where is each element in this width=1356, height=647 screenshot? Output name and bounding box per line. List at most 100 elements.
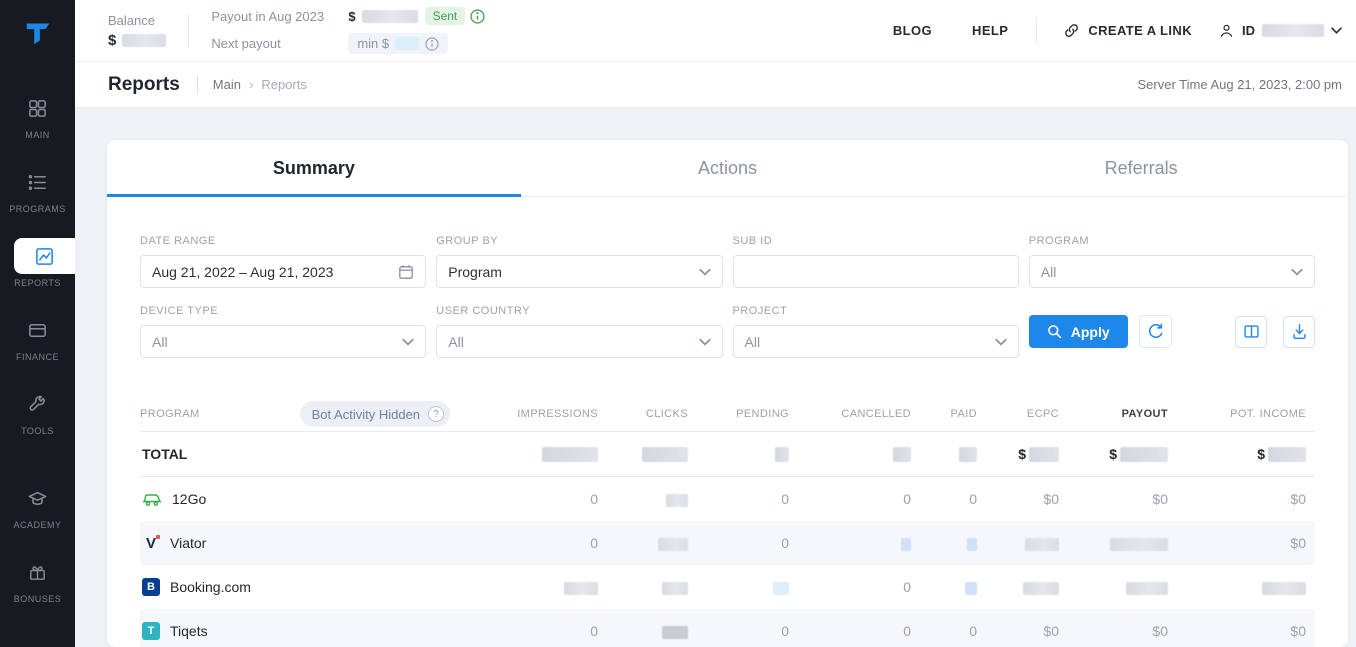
project-label: PROJECT (733, 305, 1019, 317)
sidebar-icon-wrap (7, 312, 68, 348)
payout-value: $ (348, 9, 417, 24)
cell-ecpc (977, 535, 1059, 551)
column-header-cancelled[interactable]: CANCELLED (789, 408, 911, 420)
bot-activity-badge[interactable]: Bot Activity Hidden ? (300, 401, 450, 427)
redacted-value (1268, 447, 1306, 462)
column-header-payout[interactable]: PAYOUT (1059, 408, 1168, 420)
cell-pending (688, 446, 789, 463)
calendar-icon (398, 264, 414, 280)
content-area: Summary Actions Referrals DATE RANGE (75, 108, 1356, 647)
redacted-payout-amount (362, 10, 418, 23)
date-range-field: DATE RANGE (140, 235, 426, 288)
next-payout-info-icon[interactable] (425, 37, 439, 51)
sidebar-item-label: BONUSES (14, 594, 62, 604)
sidebar-icon-wrap (7, 386, 68, 422)
group-by-select[interactable]: Program (436, 255, 722, 288)
redacted-value (542, 447, 598, 462)
user-country-value: All (448, 334, 464, 350)
cell-cancelled: 0 (789, 491, 911, 507)
cell-paid: 0 (911, 491, 977, 507)
account-menu[interactable]: ID (1218, 22, 1342, 39)
cell-impressions: 0 (470, 623, 598, 639)
account-id-label: ID (1242, 23, 1255, 38)
cell-program: TOTAL (140, 446, 470, 462)
link-icon (1063, 22, 1080, 39)
user-country-label: USER COUNTRY (436, 305, 722, 317)
table-row-total: TOTAL $ $ $ (140, 431, 1315, 477)
sidebar-item-bonuses[interactable]: BONUSES (0, 554, 75, 604)
program-select[interactable]: All (1029, 255, 1315, 288)
breadcrumb-main[interactable]: Main (213, 77, 241, 92)
cell-payout: $0 (1059, 623, 1168, 639)
brand-logo[interactable] (0, 0, 75, 62)
group-by-field: GROUP BY Program (436, 235, 722, 288)
cell-clicks (598, 579, 688, 595)
currency-sign: $ (1018, 446, 1026, 462)
column-header-clicks[interactable]: CLICKS (598, 408, 688, 420)
column-header-paid[interactable]: PAID (911, 408, 977, 420)
page-title: Reports (108, 74, 180, 96)
project-select[interactable]: All (733, 325, 1019, 358)
download-report-button[interactable] (1283, 316, 1315, 348)
page-header: Reports Main › Reports Server Time Aug 2… (75, 62, 1356, 108)
chart-icon (34, 246, 55, 267)
cell-clicks (598, 535, 688, 551)
tab-referrals[interactable]: Referrals (934, 140, 1348, 196)
cell-impressions: 0 (470, 535, 598, 551)
tab-summary[interactable]: Summary (107, 140, 521, 196)
report-table: PROGRAM Bot Activity Hidden ? IMPRESSION… (107, 375, 1348, 647)
blog-link[interactable]: BLOG (893, 23, 932, 38)
sidebar-item-programs[interactable]: PROGRAMS (0, 164, 75, 214)
column-header-pending[interactable]: PENDING (688, 408, 789, 420)
cell-payout: $0 (1059, 491, 1168, 507)
sidebar-item-reports[interactable]: REPORTS (0, 238, 75, 288)
date-range-input[interactable] (140, 255, 426, 288)
sidebar-item-tools[interactable]: TOOLS (0, 386, 75, 436)
tiqets-logo-icon: T (142, 622, 160, 640)
help-link[interactable]: HELP (972, 23, 1008, 38)
sub-id-label: SUB ID (733, 235, 1019, 247)
date-range-value[interactable] (152, 264, 398, 280)
column-header-impressions[interactable]: IMPRESSIONS (470, 408, 598, 420)
cell-impressions (470, 446, 598, 463)
reset-filters-button[interactable] (1139, 315, 1172, 348)
column-header-pot-income[interactable]: POT. INCOME (1168, 408, 1315, 420)
sidebar-item-label: PROGRAMS (9, 204, 66, 214)
currency-sign: $ (1257, 446, 1265, 462)
user-country-field: USER COUNTRY All (436, 305, 722, 358)
cell-pot-income: $0 (1168, 535, 1315, 551)
chevron-down-icon (1291, 268, 1303, 276)
create-a-link-button[interactable]: CREATE A LINK (1063, 22, 1192, 39)
sidebar-item-academy[interactable]: ACADEMY (0, 480, 75, 530)
cell-impressions: 0 (470, 491, 598, 507)
main-area: Balance $ Payout in Aug 2023 $ Sent (75, 0, 1356, 647)
sidebar-nav: MAIN PROGRAMS REPORTS FINANCE (0, 62, 75, 604)
apply-button[interactable]: Apply (1029, 315, 1128, 348)
column-header-program[interactable]: PROGRAM Bot Activity Hidden ? (140, 401, 470, 427)
graduation-cap-icon (27, 488, 48, 509)
column-header-ecpc[interactable]: ECPC (977, 408, 1059, 420)
sidebar-item-label: MAIN (25, 130, 50, 140)
sidebar-item-label: FINANCE (16, 352, 59, 362)
program-field: PROGRAM All (1029, 235, 1315, 288)
sub-id-input[interactable] (745, 264, 1007, 280)
sidebar-item-main[interactable]: MAIN (0, 90, 75, 140)
tab-actions[interactable]: Actions (521, 140, 935, 196)
table-row: B Booking.com 0 (140, 565, 1315, 609)
sub-id-input-wrap[interactable] (733, 255, 1019, 288)
reports-card: Summary Actions Referrals DATE RANGE (107, 140, 1348, 647)
columns-settings-button[interactable] (1235, 316, 1267, 348)
redacted-value (775, 447, 789, 462)
cell-paid (911, 446, 977, 463)
user-country-select[interactable]: All (436, 325, 722, 358)
cell-cancelled (789, 446, 911, 463)
travelpayouts-logo-icon (22, 15, 54, 47)
next-payout-min: min $ (348, 33, 448, 54)
payout-info-icon[interactable] (470, 9, 485, 24)
bot-activity-help-icon[interactable]: ? (428, 406, 444, 422)
device-type-select[interactable]: All (140, 325, 426, 358)
sidebar-item-finance[interactable]: FINANCE (0, 312, 75, 362)
redacted-value (1120, 447, 1168, 462)
redacted-value (642, 447, 688, 462)
cell-program: T Tiqets (140, 622, 470, 640)
